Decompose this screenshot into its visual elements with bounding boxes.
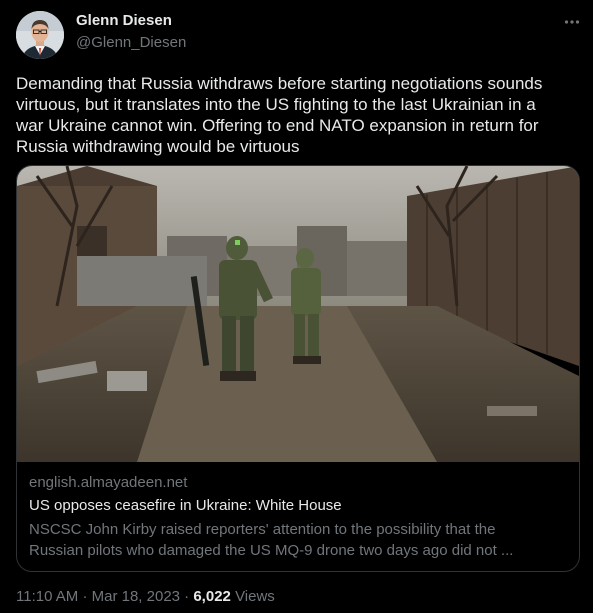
- link-card[interactable]: english.almayadeen.net US opposes ceasef…: [16, 165, 580, 572]
- tweet-text-line: virtuous, but it translates into the US …: [16, 95, 536, 114]
- tweet-time[interactable]: 11:10 AM: [16, 588, 78, 605]
- tweet-text-line: war Ukraine cannot win. Offering to end …: [16, 116, 539, 135]
- more-horizontal-icon: [564, 20, 580, 24]
- tweet: Glenn Diesen @Glenn_Diesen Demanding tha…: [0, 0, 593, 613]
- avatar[interactable]: [16, 11, 64, 59]
- tweet-text-line: Russia withdrawing would be virtuous: [16, 137, 300, 156]
- tweet-meta: 11:10 AM · Mar 18, 2023 · 6,022 Views: [16, 588, 275, 605]
- tweet-text-line: Demanding that Russia withdraws before s…: [16, 74, 543, 93]
- more-options-button[interactable]: [560, 10, 584, 34]
- link-card-description-line: Russian pilots who damaged the US MQ-9 d…: [29, 542, 514, 559]
- link-card-domain: english.almayadeen.net: [29, 474, 188, 491]
- tweet-text: Demanding that Russia withdraws before s…: [16, 73, 578, 157]
- link-card-description: NSCSC John Kirby raised reporters' atten…: [29, 519, 559, 561]
- meta-separator: ·: [82, 588, 88, 605]
- avatar-image: [16, 11, 64, 59]
- link-card-image[interactable]: [17, 166, 579, 462]
- link-card-description-line: NSCSC John Kirby raised reporters' atten…: [29, 521, 496, 538]
- views-label: Views: [235, 588, 275, 605]
- author-name[interactable]: Glenn Diesen: [76, 12, 172, 29]
- meta-separator: ·: [184, 588, 190, 605]
- author-handle[interactable]: @Glenn_Diesen: [76, 34, 186, 51]
- tweet-date[interactable]: Mar 18, 2023: [92, 588, 180, 605]
- link-card-title: US opposes ceasefire in Ukraine: White H…: [29, 497, 342, 514]
- views-count: 6,022: [193, 588, 231, 605]
